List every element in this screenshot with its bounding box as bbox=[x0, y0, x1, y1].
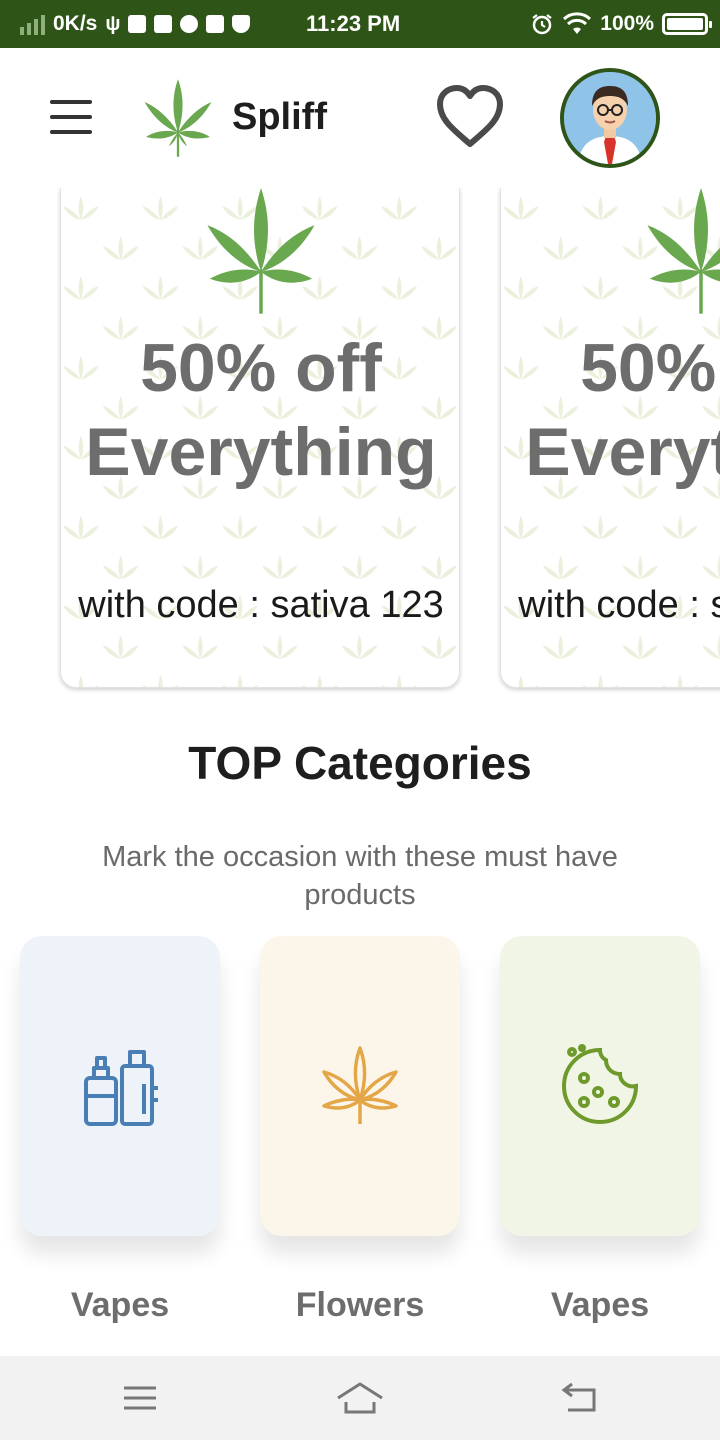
category-label: Vapes bbox=[70, 1286, 170, 1324]
section-subtitle: Mark the occasion with these must have p… bbox=[102, 841, 618, 911]
usb-icon: ψ bbox=[105, 12, 121, 35]
menu-button[interactable] bbox=[50, 100, 92, 134]
user-avatar-icon bbox=[564, 72, 656, 164]
promo-headline-line1: 50% off bbox=[580, 330, 720, 406]
app-header: Spliff bbox=[0, 48, 720, 188]
alarm-icon bbox=[532, 14, 552, 35]
wifi-icon bbox=[563, 12, 592, 34]
mail-icon bbox=[154, 15, 173, 33]
hamburger-line bbox=[50, 100, 92, 104]
home-icon[interactable] bbox=[330, 1376, 390, 1420]
category-card[interactable] bbox=[500, 936, 700, 1236]
promo-headline-line2: Everything bbox=[85, 414, 437, 490]
system-nav-bar bbox=[0, 1356, 720, 1440]
signal-icon bbox=[20, 13, 45, 35]
clipboard-icon bbox=[206, 15, 225, 33]
net-speed: 0K/s bbox=[53, 12, 98, 35]
brand-name: Spliff bbox=[232, 96, 327, 138]
status-left: 0K/s ψ bbox=[20, 0, 251, 48]
cannabis-logo-icon bbox=[144, 79, 212, 157]
vape-icon bbox=[84, 1050, 158, 1126]
clock: 11:23 PM bbox=[306, 11, 401, 36]
battery-icon bbox=[662, 13, 712, 35]
promo-card[interactable]: 50% off Everything with code : sativa 12… bbox=[500, 188, 720, 688]
profile-avatar[interactable] bbox=[560, 68, 660, 168]
category-card[interactable] bbox=[260, 936, 460, 1236]
status-bar: 0K/s ψ 11:23 PM 100% bbox=[0, 0, 720, 48]
messenger-icon bbox=[180, 15, 199, 33]
promo-headline: 50% off Everything bbox=[501, 326, 720, 494]
category-card[interactable] bbox=[20, 936, 220, 1236]
promo-carousel[interactable]: 50% off Everything with code : sativa 12… bbox=[0, 188, 720, 698]
hamburger-line bbox=[50, 130, 92, 134]
hamburger-line bbox=[50, 115, 92, 119]
promo-headline-line2: Everything bbox=[525, 414, 720, 490]
promo-code-text: with code : sativa 123 bbox=[518, 584, 720, 626]
promo-headline: 50% off Everything bbox=[61, 326, 459, 494]
status-right: 100% bbox=[530, 0, 712, 48]
promo-code-text: with code : sativa 123 bbox=[78, 584, 444, 626]
notification-icon bbox=[128, 15, 147, 33]
category-item-vapes[interactable]: Vapes bbox=[20, 936, 220, 1325]
cannabis-leaf-icon bbox=[322, 1046, 398, 1124]
shield-icon bbox=[232, 15, 251, 33]
recent-apps-menu-icon[interactable] bbox=[110, 1376, 170, 1420]
battery-level: 100% bbox=[600, 12, 654, 35]
section-title: TOP Categories bbox=[188, 737, 532, 789]
cannabis-leaf-icon bbox=[207, 188, 315, 314]
favorites-heart-icon[interactable] bbox=[434, 84, 506, 150]
back-icon[interactable] bbox=[550, 1376, 610, 1420]
category-item-flowers[interactable]: Flowers bbox=[260, 936, 460, 1325]
category-item-edibles[interactable]: Vapes bbox=[500, 936, 700, 1325]
promo-card[interactable]: 50% off Everything with code : sativa 12… bbox=[60, 188, 460, 688]
cannabis-leaf-icon bbox=[647, 188, 720, 314]
category-label: Vapes bbox=[550, 1286, 650, 1324]
category-label: Flowers bbox=[295, 1286, 425, 1324]
promo-headline-line1: 50% off bbox=[140, 330, 382, 406]
cookie-icon bbox=[561, 1044, 639, 1125]
